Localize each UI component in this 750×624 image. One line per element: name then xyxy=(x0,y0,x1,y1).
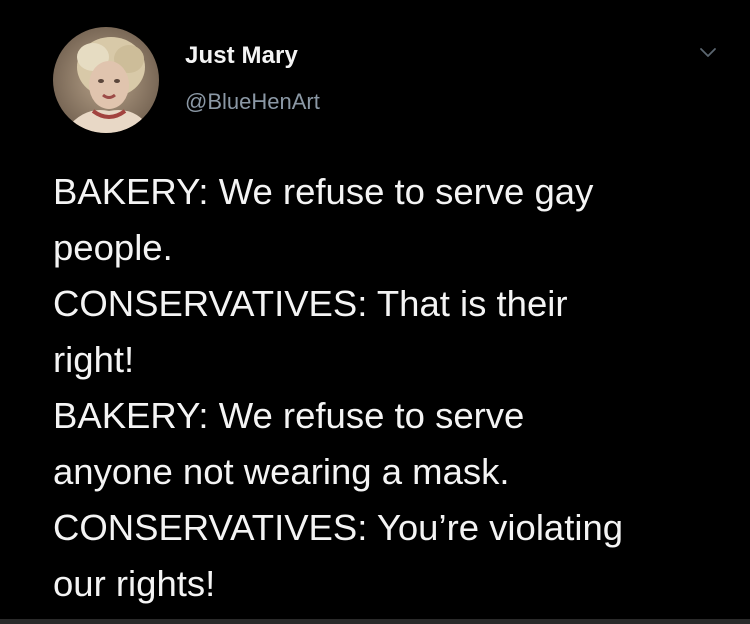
tweet-text-line: CONSERVATIVES: You’re violating xyxy=(53,507,624,548)
author-handle[interactable]: @BlueHenArt xyxy=(185,89,320,115)
tweet-text-line: anyone not wearing a mask. xyxy=(53,451,510,492)
tweet-text-line: BAKERY: We refuse to serve xyxy=(53,395,525,436)
bottom-divider xyxy=(0,619,750,624)
avatar[interactable] xyxy=(53,27,159,133)
tweet-text-line: CONSERVATIVES: That is their xyxy=(53,283,568,324)
avatar-image xyxy=(53,27,159,133)
chevron-down-icon[interactable] xyxy=(696,40,720,64)
tweet-text-line: BAKERY: We refuse to serve gay xyxy=(53,171,594,212)
tweet-text-line: people. xyxy=(53,227,173,268)
tweet-text-line: our rights! xyxy=(53,563,216,604)
tweet-card: Just Mary @BlueHenArt BAKERY: We refuse … xyxy=(0,0,750,624)
author-display-name[interactable]: Just Mary xyxy=(185,42,298,70)
tweet-text-line: right! xyxy=(53,339,135,380)
tweet-text: BAKERY: We refuse to serve gay people. C… xyxy=(53,164,733,612)
